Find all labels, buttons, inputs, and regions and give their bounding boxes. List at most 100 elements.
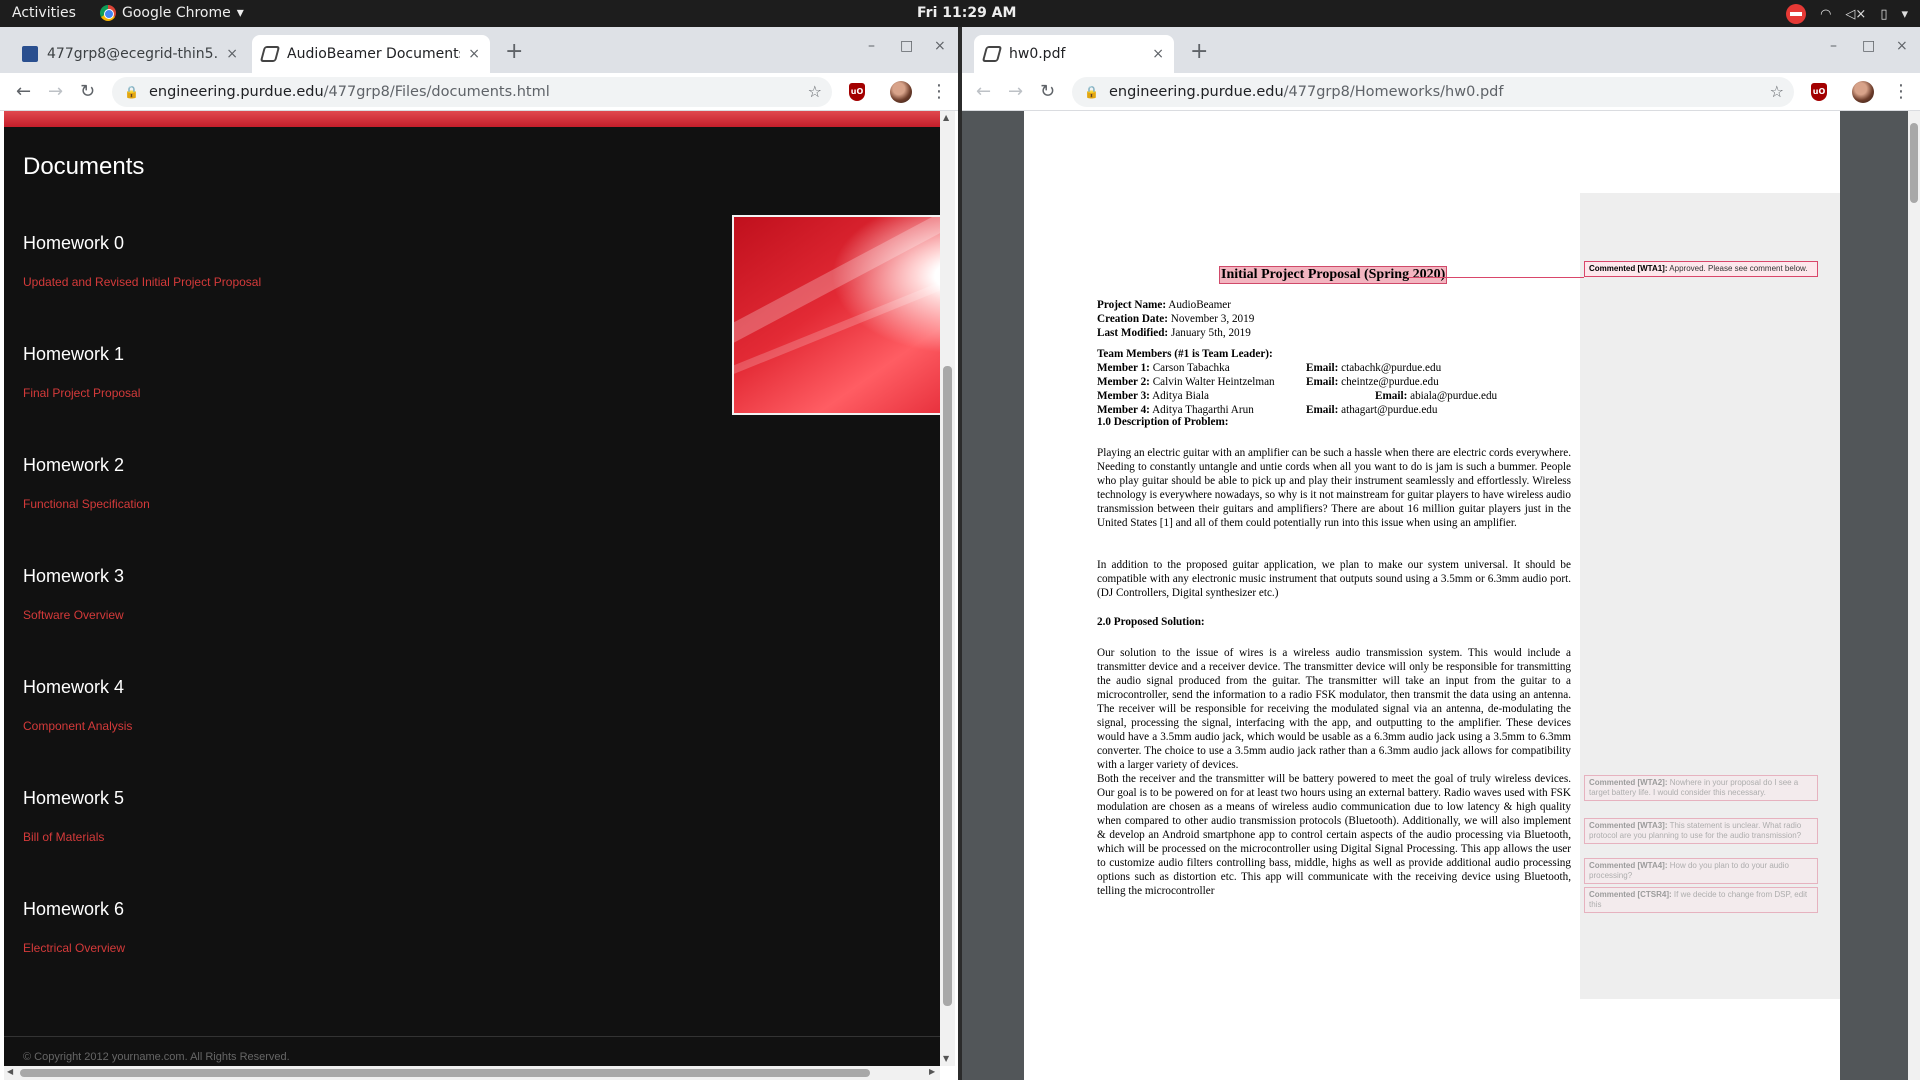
homework-title: Homework 0: [23, 233, 125, 253]
pdf-viewer[interactable]: Initial Project Proposal (Spring 2020) P…: [962, 111, 1920, 1080]
homework-title: Homework 6: [23, 899, 125, 919]
close-tab-icon[interactable]: ×: [226, 46, 238, 62]
minimize-button[interactable]: –: [1830, 38, 1837, 54]
homework-item-1: Homework 1 Final Project Proposal: [23, 344, 140, 400]
system-tray[interactable]: ◠ ◁× ▯ ▾: [1786, 4, 1908, 24]
browser-toolbar: ← → ↻ 🔒 engineering.purdue.edu/477grp8/F…: [0, 73, 958, 111]
tab-title: hw0.pdf: [1009, 46, 1066, 62]
scrollbar-thumb[interactable]: [1910, 123, 1918, 203]
do-not-disturb-icon[interactable]: [1786, 4, 1807, 24]
app-menu-label: Google Chrome: [122, 5, 231, 21]
new-tab-button[interactable]: +: [505, 39, 523, 64]
homework-title: Homework 4: [23, 677, 125, 697]
close-tab-icon[interactable]: ×: [1152, 46, 1164, 62]
pdf-scrollbar[interactable]: [1908, 111, 1920, 1080]
lock-icon[interactable]: 🔒: [124, 85, 139, 99]
minimize-button[interactable]: –: [868, 38, 875, 54]
comment-ctsr4[interactable]: Commented [CTSR4]: If we decide to chang…: [1584, 887, 1818, 913]
footer-divider: [4, 1036, 940, 1037]
comment-wta1[interactable]: Commented [WTA1]: Approved. Please see c…: [1584, 261, 1818, 277]
forward-button[interactable]: →: [48, 81, 63, 102]
section1-paragraph2: In addition to the proposed guitar appli…: [1097, 559, 1571, 599]
forward-button[interactable]: →: [1008, 81, 1023, 102]
ublock-extension-icon[interactable]: uO: [849, 83, 865, 101]
close-window-button[interactable]: ×: [934, 38, 946, 54]
lock-icon[interactable]: 🔒: [1084, 85, 1099, 99]
tab-strip: 477grp8@ecegrid-thin5.e × AudioBeamer Do…: [0, 27, 958, 73]
url-host: engineering.purdue.edu: [148, 84, 324, 100]
maximize-button[interactable]: □: [900, 38, 913, 54]
scroll-down-icon[interactable]: ▼: [943, 1054, 949, 1063]
comment-wta3[interactable]: Commented [WTA3]: This statement is uncl…: [1584, 818, 1818, 844]
scroll-right-icon[interactable]: ▶: [929, 1067, 935, 1076]
section2-paragraph2: Both the receiver and the transmitter wi…: [1097, 773, 1571, 897]
wifi-icon[interactable]: ◠: [1820, 7, 1831, 22]
hero-image: [732, 215, 940, 415]
activities-button[interactable]: Activities: [12, 5, 76, 21]
url-path: /477grp8/Homeworks/hw0.pdf: [1283, 84, 1504, 100]
member-names: Member 1: Carson Tabachka Member 2: Calv…: [1097, 362, 1275, 416]
page-title: Documents: [23, 153, 145, 180]
close-window-button[interactable]: ×: [1896, 38, 1908, 54]
address-bar[interactable]: 🔒 engineering.purdue.edu/477grp8/Homewor…: [1072, 77, 1794, 107]
chevron-down-icon: ▾: [236, 5, 244, 21]
homework-link[interactable]: Component Analysis: [23, 719, 132, 733]
homework-link[interactable]: Functional Specification: [23, 497, 150, 511]
url-host: engineering.purdue.edu: [1108, 84, 1284, 100]
bookmark-star-icon[interactable]: ☆: [808, 82, 822, 101]
url-path: /477grp8/Files/documents.html: [323, 84, 550, 100]
tab-strip: hw0.pdf × + – □ ×: [962, 27, 1920, 73]
homework-item-3: Homework 3 Software Overview: [23, 566, 124, 622]
power-menu-icon[interactable]: ▾: [1901, 7, 1908, 22]
back-button[interactable]: ←: [16, 81, 31, 102]
homework-link[interactable]: Final Project Proposal: [23, 386, 140, 400]
meta-project-name: Project Name: AudioBeamer: [1097, 299, 1231, 311]
address-bar[interactable]: 🔒 engineering.purdue.edu/477grp8/Files/d…: [112, 77, 832, 107]
scrollbar-thumb[interactable]: [20, 1069, 870, 1077]
scroll-left-icon[interactable]: ◀: [7, 1067, 13, 1076]
browser-toolbar: ← → ↻ 🔒 engineering.purdue.edu/477grp8/H…: [962, 73, 1920, 111]
tab-title: 477grp8@ecegrid-thin5.e: [47, 46, 219, 62]
profile-avatar[interactable]: [1852, 81, 1874, 103]
app-menu[interactable]: Google Chrome ▾: [100, 5, 244, 21]
battery-icon[interactable]: ▯: [1880, 7, 1887, 22]
volume-muted-icon[interactable]: ◁×: [1845, 7, 1866, 22]
chrome-menu-icon[interactable]: ⋮: [1892, 81, 1910, 102]
maximize-button[interactable]: □: [1862, 38, 1875, 54]
tab-ecegrid[interactable]: 477grp8@ecegrid-thin5.e ×: [12, 35, 248, 73]
new-tab-button[interactable]: +: [1190, 39, 1208, 64]
comment-wta2[interactable]: Commented [WTA2]: Nowhere in your propos…: [1584, 775, 1818, 801]
homework-title: Homework 5: [23, 788, 125, 808]
homework-link[interactable]: Software Overview: [23, 608, 124, 622]
reload-button[interactable]: ↻: [1040, 81, 1055, 102]
tab-title: AudioBeamer Documents: [287, 46, 461, 62]
footer-copyright: © Copyright 2012 yourname.com. All Right…: [23, 1051, 290, 1063]
horizontal-scrollbar[interactable]: ◀ ▶: [4, 1066, 940, 1080]
scroll-up-icon[interactable]: ▲: [943, 113, 949, 122]
profile-avatar[interactable]: [890, 81, 912, 103]
back-button[interactable]: ←: [976, 81, 991, 102]
homework-title: Homework 3: [23, 566, 125, 586]
clock[interactable]: Fri 11:29 AM: [917, 5, 1016, 21]
comment-wta4[interactable]: Commented [WTA4]: How do you plan to do …: [1584, 858, 1818, 884]
page-favicon-icon: [259, 46, 281, 62]
homework-link[interactable]: Electrical Overview: [23, 941, 125, 955]
reload-button[interactable]: ↻: [80, 81, 95, 102]
close-tab-icon[interactable]: ×: [468, 46, 480, 62]
ublock-extension-icon[interactable]: uO: [1811, 83, 1827, 101]
vertical-scrollbar[interactable]: ▲ ▼: [940, 111, 955, 1066]
homework-link[interactable]: Bill of Materials: [23, 830, 124, 844]
browser-window-pdf: hw0.pdf × + – □ × ← → ↻ 🔒 engineering.pu…: [962, 27, 1920, 1080]
scrollbar-thumb[interactable]: [943, 366, 952, 1006]
tab-audiobeamer-documents[interactable]: AudioBeamer Documents ×: [252, 35, 490, 73]
meta-last-modified: Last Modified: January 5th, 2019: [1097, 327, 1251, 339]
chrome-icon: [100, 5, 116, 21]
tab-hw0-pdf[interactable]: hw0.pdf ×: [974, 35, 1174, 73]
homework-link[interactable]: Updated and Revised Initial Project Prop…: [23, 275, 261, 289]
project-meta: Project Name: AudioBeamer Creation Date:…: [1097, 298, 1254, 340]
comment-leader-line: [1407, 277, 1584, 278]
bookmark-star-icon[interactable]: ☆: [1770, 82, 1784, 101]
chrome-menu-icon[interactable]: ⋮: [930, 81, 948, 102]
homework-item-2: Homework 2 Functional Specification: [23, 455, 150, 511]
homework-title: Homework 1: [23, 344, 125, 364]
